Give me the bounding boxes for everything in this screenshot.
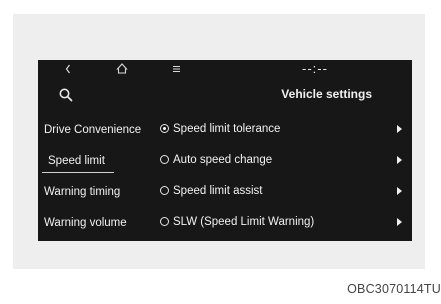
option-label: Speed limit assist xyxy=(173,185,263,197)
active-underline xyxy=(42,172,114,173)
sidebar-item-drive-convenience[interactable]: Drive Convenience xyxy=(38,116,152,144)
top-bar: --:-- xyxy=(38,60,412,78)
radio-icon[interactable] xyxy=(160,217,169,226)
infotainment-screen: --:-- Vehicle settings Drive Convenience… xyxy=(38,60,412,241)
sidebar-item-label: Drive Convenience xyxy=(44,124,142,136)
figure-caption: OBC3070114TU xyxy=(347,282,441,296)
sidebar-item-warning-timing[interactable]: Warning timing xyxy=(38,178,152,206)
option-auto-speed-change[interactable]: Auto speed change xyxy=(158,147,408,175)
option-label: SLW (Speed Limit Warning) xyxy=(173,216,315,228)
sidebar-item-warning-volume[interactable]: Warning volume xyxy=(38,209,152,237)
menu-icon[interactable] xyxy=(172,61,182,77)
home-icon[interactable] xyxy=(116,61,128,77)
radio-selected-icon[interactable] xyxy=(160,124,169,133)
sidebar-item-label: Speed limit xyxy=(48,155,105,167)
option-speed-limit-assist[interactable]: Speed limit assist xyxy=(158,178,408,206)
option-label: Auto speed change xyxy=(173,154,273,166)
clock-display: --:-- xyxy=(302,61,328,76)
chevron-right-icon xyxy=(397,156,402,164)
page-title: Vehicle settings xyxy=(281,87,372,101)
sidebar-item-speed-limit[interactable]: Speed limit xyxy=(38,147,152,175)
radio-icon[interactable] xyxy=(160,155,169,164)
option-label: Speed limit tolerance xyxy=(173,123,281,135)
option-speed-limit-tolerance[interactable]: Speed limit tolerance xyxy=(158,116,408,144)
chevron-left-icon[interactable] xyxy=(64,61,72,77)
title-bar: Vehicle settings xyxy=(38,84,412,104)
search-icon[interactable] xyxy=(58,87,74,103)
chevron-right-icon xyxy=(397,125,402,133)
chevron-right-icon xyxy=(397,187,402,195)
sidebar-item-label: Warning timing xyxy=(44,186,121,198)
option-slw[interactable]: SLW (Speed Limit Warning) xyxy=(158,209,408,237)
chevron-right-icon xyxy=(397,218,402,226)
sidebar-item-label: Warning volume xyxy=(44,217,127,229)
radio-icon[interactable] xyxy=(160,186,169,195)
radio-dot xyxy=(162,126,166,130)
